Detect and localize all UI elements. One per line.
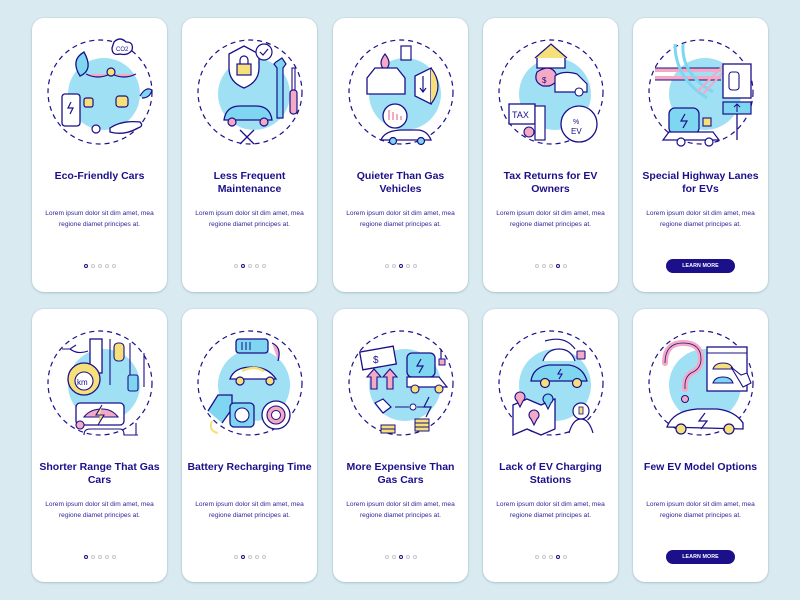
- card-body-text: Lorem ipsum dolor sit dim amet, mea regi…: [646, 501, 755, 519]
- svg-text:$: $: [542, 76, 547, 85]
- pagination-dot[interactable]: [254, 264, 259, 268]
- card-title: Eco-Friendly Cars: [54, 170, 145, 182]
- pagination-dot[interactable]: [412, 264, 417, 268]
- pagination-dot[interactable]: [247, 264, 252, 268]
- pagination-dot-active[interactable]: [398, 264, 403, 268]
- pagination-dot[interactable]: [548, 264, 553, 268]
- card-title: Battery Recharging Time: [187, 461, 312, 473]
- pagination-dot-active[interactable]: [555, 555, 560, 559]
- expensive-icon: $: [345, 323, 456, 439]
- pagination-dot[interactable]: [233, 264, 238, 268]
- pagination-dot[interactable]: [391, 555, 396, 559]
- pagination-dot[interactable]: [391, 264, 396, 268]
- pagination-dot[interactable]: [562, 264, 567, 268]
- onboarding-card: Special Highway Lanes for EVs Lorem ipsu…: [633, 18, 768, 292]
- card-body-text: Lorem ipsum dolor sit dim amet, mea regi…: [45, 501, 154, 519]
- pagination-dot[interactable]: [405, 264, 410, 268]
- pagination-dot[interactable]: [261, 264, 266, 268]
- learn-more-button[interactable]: LEARN MORE: [666, 259, 735, 273]
- pagination-dots: [483, 264, 618, 268]
- pagination-dot-active[interactable]: [398, 555, 403, 559]
- shorter-range-icon: km: [44, 323, 155, 439]
- maintenance-icon: [194, 32, 305, 148]
- svg-text:km: km: [77, 378, 88, 387]
- pagination-dot[interactable]: [104, 555, 109, 559]
- tax-returns-icon: $ TAX % EV: [495, 32, 606, 148]
- svg-text:$: $: [373, 355, 379, 366]
- pagination-dot[interactable]: [541, 555, 546, 559]
- highway-lanes-icon: [645, 32, 756, 148]
- onboarding-card: $ TAX % EV Tax Returns for EV Owners Lor…: [483, 18, 618, 292]
- pagination-dot[interactable]: [261, 555, 266, 559]
- card-body-text: Lorem ipsum dolor sit dim amet, mea regi…: [195, 210, 304, 228]
- pagination-dot[interactable]: [384, 555, 389, 559]
- pagination-dots: [32, 555, 167, 559]
- pagination-dot[interactable]: [111, 264, 116, 268]
- pagination-dot[interactable]: [97, 264, 102, 268]
- onboarding-card: CO2 Eco-Friendly Cars Lorem ipsum dolor …: [32, 18, 167, 292]
- card-title: Tax Returns for EV Owners: [503, 170, 598, 195]
- pagination-dot[interactable]: [534, 264, 539, 268]
- pagination-dot-active[interactable]: [240, 555, 245, 559]
- svg-text:EV: EV: [571, 127, 582, 136]
- card-title: More Expensive Than Gas Cars: [346, 461, 455, 486]
- pagination-dot[interactable]: [562, 555, 567, 559]
- pagination-dot[interactable]: [412, 555, 417, 559]
- card-body-text: Lorem ipsum dolor sit dim amet, mea regi…: [45, 210, 154, 228]
- pagination-dots: [182, 555, 317, 559]
- pagination-dot[interactable]: [97, 555, 102, 559]
- svg-text:TAX: TAX: [512, 110, 529, 120]
- pagination-dots: [32, 264, 167, 268]
- onboarding-card: Lack of EV Charging Stations Lorem ipsum…: [483, 309, 618, 582]
- pagination-dot[interactable]: [247, 555, 252, 559]
- card-title: Less Frequent Maintenance: [213, 170, 286, 195]
- pagination-dot[interactable]: [233, 555, 238, 559]
- pagination-dots: [333, 264, 468, 268]
- card-body-text: Lorem ipsum dolor sit dim amet, mea regi…: [496, 501, 605, 519]
- pagination-dot[interactable]: [384, 264, 389, 268]
- card-body-text: Lorem ipsum dolor sit dim amet, mea regi…: [646, 210, 755, 228]
- pagination-dot[interactable]: [548, 555, 553, 559]
- onboarding-card: Less Frequent Maintenance Lorem ipsum do…: [182, 18, 317, 292]
- pagination-dot-active[interactable]: [83, 264, 88, 268]
- onboarding-card: Battery Recharging Time Lorem ipsum dolo…: [182, 309, 317, 582]
- battery-recharging-icon: [194, 323, 305, 439]
- pagination-dot[interactable]: [90, 264, 95, 268]
- pagination-dot[interactable]: [405, 555, 410, 559]
- pagination-dot[interactable]: [534, 555, 539, 559]
- model-options-icon: [645, 323, 756, 439]
- onboarding-card: Quieter Than Gas Vehicles Lorem ipsum do…: [333, 18, 468, 292]
- pagination-dots: [182, 264, 317, 268]
- card-body-text: Lorem ipsum dolor sit dim amet, mea regi…: [195, 501, 304, 519]
- pagination-dots: [483, 555, 618, 559]
- pagination-dot[interactable]: [254, 555, 259, 559]
- card-title: Quieter Than Gas Vehicles: [356, 170, 445, 195]
- eco-friendly-cars-icon: CO2: [44, 32, 155, 148]
- learn-more-button[interactable]: LEARN MORE: [666, 550, 735, 564]
- pagination-dot-active[interactable]: [555, 264, 560, 268]
- pagination-dot-active[interactable]: [83, 555, 88, 559]
- onboarding-card: Few EV Model Options Lorem ipsum dolor s…: [633, 309, 768, 582]
- card-title: Few EV Model Options: [643, 461, 758, 473]
- card-title: Special Highway Lanes for EVs: [642, 170, 759, 195]
- svg-text:%: %: [573, 119, 579, 126]
- pagination-dot-active[interactable]: [240, 264, 245, 268]
- pagination-dots: [333, 555, 468, 559]
- pagination-dot[interactable]: [111, 555, 116, 559]
- pagination-dot[interactable]: [90, 555, 95, 559]
- onboarding-card: km Shorter Range That Gas Cars Lorem ips…: [32, 309, 167, 582]
- card-body-text: Lorem ipsum dolor sit dim amet, mea regi…: [346, 501, 455, 519]
- svg-text:CO2: CO2: [116, 47, 129, 53]
- quiet-vehicle-icon: [345, 32, 456, 148]
- card-body-text: Lorem ipsum dolor sit dim amet, mea regi…: [496, 210, 605, 228]
- pagination-dot[interactable]: [541, 264, 546, 268]
- charging-stations-icon: [495, 323, 606, 439]
- card-body-text: Lorem ipsum dolor sit dim amet, mea regi…: [346, 210, 455, 228]
- card-title: Shorter Range That Gas Cars: [39, 461, 160, 486]
- pagination-dot[interactable]: [104, 264, 109, 268]
- card-title: Lack of EV Charging Stations: [499, 461, 602, 486]
- onboarding-card: $ More Expensive Than Gas Cars Lorem ips…: [333, 309, 468, 582]
